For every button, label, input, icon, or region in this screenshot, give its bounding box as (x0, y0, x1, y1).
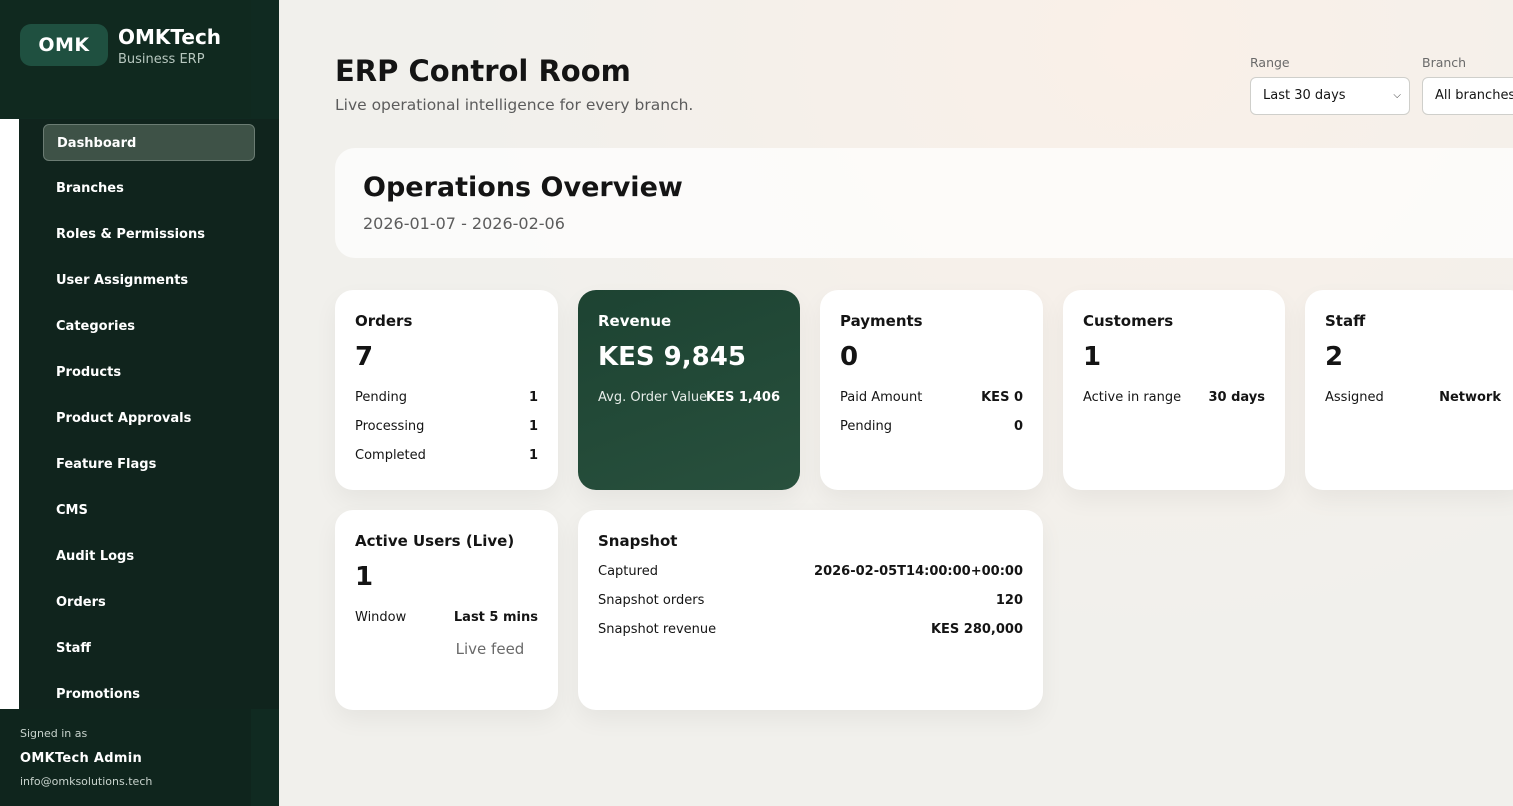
row-value: 2026-02-05T14:00:00+00:00 (814, 564, 1023, 579)
sidebar: OMK OMKTech Business ERP Dashboard Branc… (0, 0, 279, 806)
orders-card: Orders 7 Pending 1 Processing 1 Complete… (335, 290, 558, 490)
overview-date-range: 2026-01-07 - 2026-02-06 (363, 214, 565, 233)
row-value: KES 0 (981, 390, 1023, 405)
row-value: KES 280,000 (930, 622, 1023, 637)
row-label: Active in range (1083, 390, 1182, 405)
card-value: 0 (840, 342, 859, 372)
card-value: KES 9,845 (598, 342, 746, 372)
row-value: 1 (528, 390, 538, 405)
row-label: Snapshot revenue (598, 622, 717, 637)
sidebar-item-orders[interactable]: Orders (43, 584, 255, 621)
row-label: Completed (355, 448, 426, 463)
snapshot-card: Snapshot Captured 2026-02-05T14:00:00+00… (578, 510, 1043, 710)
sidebar-item-user-assignments[interactable]: User Assignments (43, 262, 255, 299)
sidebar-item-categories[interactable]: Categories (43, 308, 255, 345)
sidebar-item-product-approvals[interactable]: Product Approvals (43, 400, 255, 437)
row-value: 30 days (1208, 390, 1265, 405)
row-value: Last 5 mins (453, 610, 538, 625)
card-value: 7 (355, 342, 374, 372)
sidebar-item-products[interactable]: Products (43, 354, 255, 391)
row-label: Paid Amount (840, 390, 923, 405)
sidebar-nav: Dashboard Branches Roles & Permissions U… (19, 119, 279, 709)
customers-card: Customers 1 Active in range 30 days (1063, 290, 1285, 490)
card-title: Active Users (Live) (355, 532, 515, 550)
card-value: 2 (1325, 342, 1344, 372)
sidebar-item-feature-flags[interactable]: Feature Flags (43, 446, 255, 483)
sidebar-scroll-gutter (0, 119, 19, 709)
row-value: 1 (528, 448, 538, 463)
brand-name: OMKTech (118, 25, 222, 49)
brand-logo[interactable]: OMK (20, 24, 108, 66)
branch-select-value: All branches (1435, 88, 1513, 103)
staff-card: Staff 2 Assigned Network (1305, 290, 1513, 490)
branch-select[interactable]: All branches (1422, 77, 1513, 115)
card-title: Customers (1083, 312, 1174, 330)
user-email: info@omksolutions.tech (20, 775, 153, 788)
row-label: Snapshot orders (598, 593, 705, 608)
row-label: Processing (355, 419, 425, 434)
row-label: Window (355, 610, 407, 625)
card-title: Staff (1325, 312, 1366, 330)
card-value: 1 (355, 562, 374, 592)
range-label: Range (1250, 55, 1290, 70)
row-value: KES 1,406 (706, 390, 780, 405)
sidebar-item-branches[interactable]: Branches (43, 170, 255, 207)
row-label: Assigned (1325, 390, 1384, 405)
sidebar-item-dashboard[interactable]: Dashboard (43, 124, 255, 161)
live-feed-label: Live feed (455, 640, 525, 658)
payments-card: Payments 0 Paid Amount KES 0 Pending 0 (820, 290, 1043, 490)
operations-overview-panel: Operations Overview 2026-01-07 - 2026-02… (335, 148, 1513, 258)
page-subtitle: Live operational intelligence for every … (335, 96, 694, 114)
sidebar-item-promotions[interactable]: Promotions (43, 676, 255, 713)
row-label: Captured (598, 564, 658, 579)
branch-label: Branch (1422, 55, 1467, 70)
sidebar-item-roles-permissions[interactable]: Roles & Permissions (43, 216, 255, 253)
card-value: 1 (1083, 342, 1102, 372)
row-value: 1 (528, 419, 538, 434)
signed-in-label: Signed in as (20, 727, 88, 740)
card-title: Payments (840, 312, 923, 330)
active-users-card: Active Users (Live) 1 Window Last 5 mins… (335, 510, 558, 710)
range-select[interactable]: Last 30 days ⌵ (1250, 77, 1410, 115)
row-value: 120 (995, 593, 1023, 608)
row-label: Pending (355, 390, 407, 405)
row-label: Pending (840, 419, 892, 434)
main-content: ERP Control Room Live operational intell… (279, 0, 1513, 806)
revenue-card: Revenue KES 9,845 Avg. Order Value KES 1… (578, 290, 800, 490)
page-title: ERP Control Room (335, 54, 631, 88)
row-value: Network (1439, 390, 1501, 405)
user-name: OMKTech Admin (20, 751, 143, 766)
row-value: 0 (1013, 419, 1023, 434)
card-title: Revenue (598, 312, 672, 330)
brand-subtitle: Business ERP (118, 52, 205, 67)
range-select-value: Last 30 days (1263, 88, 1346, 103)
card-title: Snapshot (598, 532, 678, 550)
row-label: Avg. Order Value (598, 390, 708, 405)
sidebar-item-audit-logs[interactable]: Audit Logs (43, 538, 255, 575)
sidebar-header: OMK OMKTech Business ERP (0, 0, 251, 118)
sidebar-item-staff[interactable]: Staff (43, 630, 255, 667)
signed-in-panel: Signed in as OMKTech Admin info@omksolut… (0, 709, 251, 806)
card-title: Orders (355, 312, 413, 330)
chevron-down-icon: ⌵ (1393, 90, 1401, 101)
overview-title: Operations Overview (363, 172, 683, 203)
sidebar-item-cms[interactable]: CMS (43, 492, 255, 529)
